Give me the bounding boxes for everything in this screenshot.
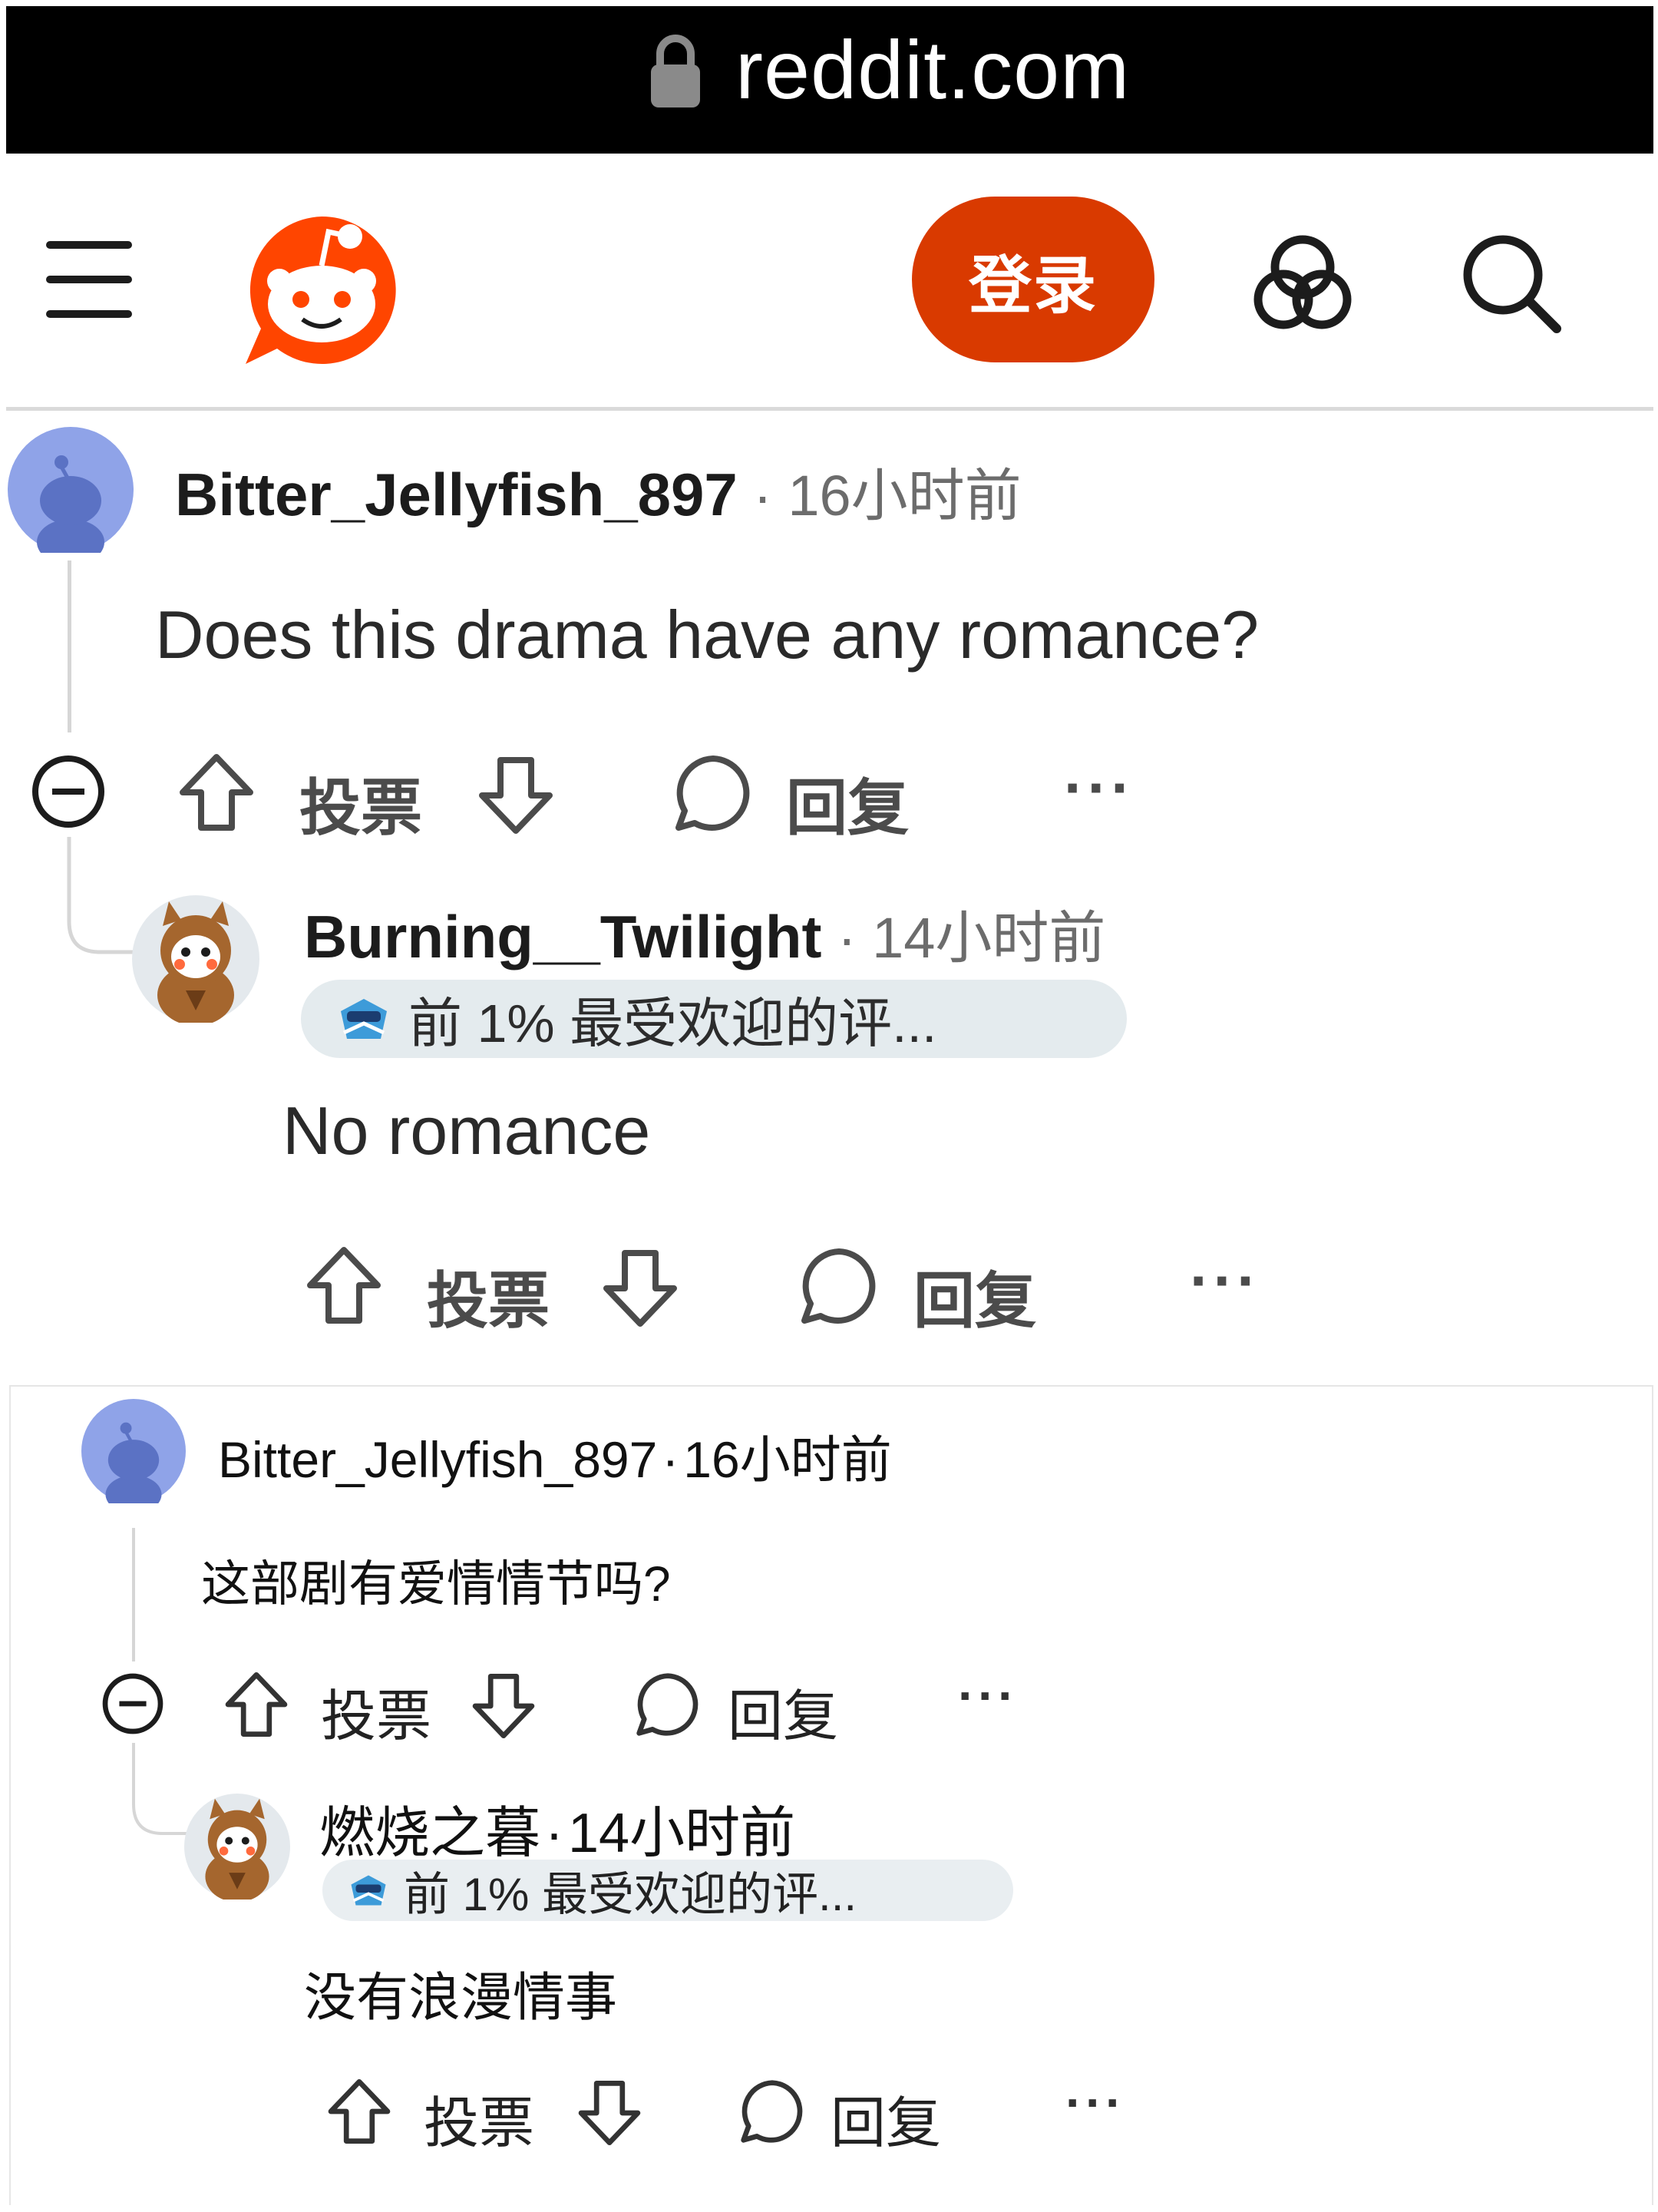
reply-button[interactable]: 回复 [786, 759, 909, 848]
thread-connector [67, 837, 143, 954]
downvote-icon[interactable] [602, 1248, 679, 1328]
hamburger-menu-icon[interactable] [46, 241, 132, 318]
reply-bubble-icon[interactable] [672, 752, 754, 834]
comment-header: Bitter_Jellyfish_897 · 16小时前 [175, 450, 1022, 532]
user-avatar-icon[interactable] [81, 1399, 186, 1503]
thread-line [68, 560, 71, 732]
flair-icon [351, 1875, 386, 1906]
more-options-icon[interactable]: ··· [1064, 752, 1135, 823]
reply-bubble-icon[interactable] [634, 1671, 702, 1738]
url-text: reddit.com [735, 23, 1131, 116]
more-options-icon[interactable]: ··· [1190, 1245, 1260, 1316]
vote-label: 投票 [321, 1686, 432, 1747]
vote-label: 投票 [299, 774, 422, 842]
user-avatar-icon[interactable] [132, 895, 259, 1023]
username[interactable]: 燃烧之暮 [319, 1803, 540, 1864]
upvote-icon[interactable] [327, 2078, 391, 2145]
vote-label: 投票 [424, 2093, 535, 2154]
reply-bubble-icon[interactable] [738, 2078, 806, 2145]
login-button[interactable]: 登录 [912, 197, 1154, 362]
flair-text: 前 1% 最受欢迎的评... [408, 993, 937, 1053]
meta-separator: · [753, 464, 772, 527]
user-avatar-icon[interactable] [184, 1794, 290, 1900]
search-icon[interactable] [1461, 233, 1561, 333]
comment-header: Burning__Twilight · 14小时前 [304, 892, 1105, 974]
comment-body: 没有浪漫情事 [304, 1969, 618, 2027]
user-flair-badge[interactable]: 前 1% 最受欢迎的评... [322, 1860, 1013, 1921]
upvote-icon[interactable] [178, 752, 255, 832]
timestamp: 14小时前 [872, 906, 1106, 970]
communities-icon[interactable] [1253, 235, 1352, 330]
reply-button[interactable]: 回复 [913, 1251, 1036, 1341]
username[interactable]: Burning__Twilight [304, 903, 822, 970]
comment-body: 这部剧有爱情情节吗? [201, 1556, 671, 1612]
collapse-thread-icon[interactable] [101, 1672, 164, 1735]
reply-button[interactable]: 回复 [728, 1671, 838, 1751]
more-options-icon[interactable]: ··· [958, 1666, 1018, 1724]
username[interactable]: Bitter_Jellyfish_897 [218, 1431, 657, 1488]
flair-text: 前 1% 最受欢迎的评... [404, 1868, 857, 1920]
upvote-icon[interactable] [306, 1245, 382, 1325]
meta-separator: · [545, 1803, 563, 1864]
timestamp: 16小时前 [788, 464, 1022, 527]
comment-header: 燃烧之暮·14小时前 [319, 1787, 795, 1868]
timestamp: 14小时前 [568, 1803, 796, 1864]
comment-body: Does this drama have any romance? [155, 597, 1260, 673]
comment-header: Bitter_Jellyfish_897·16小时前 [218, 1419, 892, 1493]
thread-line [132, 1528, 135, 1661]
reply-button[interactable]: 回复 [831, 2078, 941, 2158]
flair-icon [341, 999, 387, 1039]
vote-label: 投票 [427, 1267, 550, 1335]
lock-icon [651, 35, 700, 107]
comment-body: No romance [282, 1093, 651, 1169]
reddit-logo-icon[interactable] [235, 213, 408, 367]
user-avatar-icon[interactable] [8, 427, 134, 553]
reply-bubble-icon[interactable] [798, 1245, 880, 1327]
header-divider [6, 407, 1653, 411]
meta-separator: · [837, 906, 857, 970]
meta-separator: · [662, 1431, 679, 1488]
upvote-icon[interactable] [224, 1671, 289, 1738]
downvote-icon[interactable] [477, 756, 554, 835]
downvote-icon[interactable] [577, 2079, 642, 2147]
user-flair-badge[interactable]: 前 1% 最受欢迎的评... [301, 980, 1127, 1058]
more-options-icon[interactable]: ··· [1065, 2073, 1125, 2131]
timestamp: 16小时前 [683, 1431, 892, 1488]
browser-url-bar[interactable]: reddit.com [6, 6, 1653, 154]
username[interactable]: Bitter_Jellyfish_897 [175, 461, 738, 528]
collapse-thread-icon[interactable] [31, 754, 106, 829]
downvote-icon[interactable] [471, 1672, 536, 1740]
